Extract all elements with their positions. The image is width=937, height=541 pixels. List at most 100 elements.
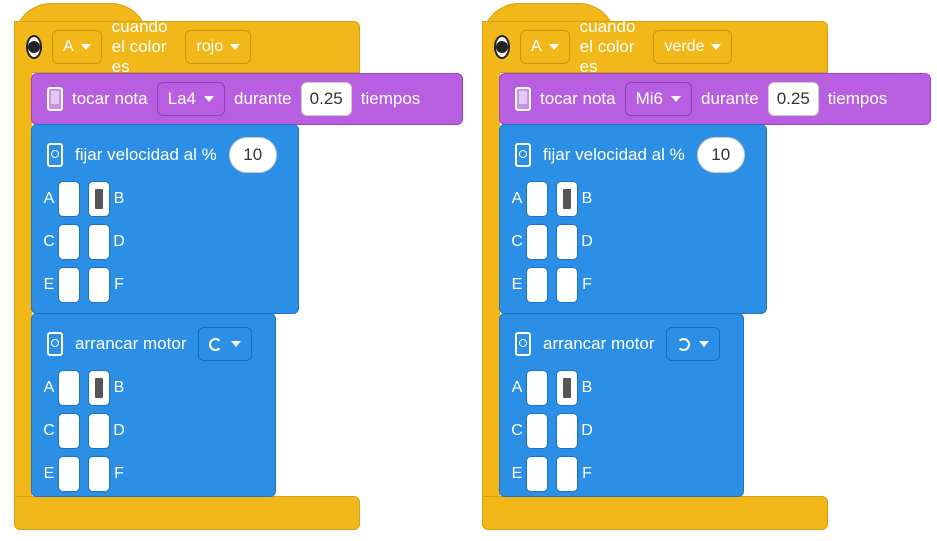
port-label-b: B: [113, 190, 125, 207]
duration-input[interactable]: 0.25: [767, 82, 819, 116]
port-d-toggle[interactable]: [556, 413, 578, 449]
port-b-toggle[interactable]: [88, 370, 110, 406]
port-selector[interactable]: A B C D E F: [40, 370, 128, 492]
port-label-d: D: [581, 422, 593, 439]
note-value: Mi6: [635, 89, 664, 108]
play-note-label: tocar nota: [72, 89, 148, 108]
port-c-toggle[interactable]: [526, 224, 548, 260]
motor-icon: [47, 332, 63, 356]
port-a-toggle[interactable]: [526, 181, 548, 217]
sensor-port-dropdown[interactable]: A: [52, 30, 102, 64]
port-selector[interactable]: A B C D E F: [508, 370, 596, 492]
port-label-e: E: [43, 465, 55, 482]
port-label-c: C: [511, 422, 523, 439]
color-value: rojo: [196, 38, 224, 55]
port-label-e: E: [511, 465, 523, 482]
port-e-toggle[interactable]: [58, 267, 80, 303]
port-label-b: B: [581, 379, 593, 396]
color-dropdown[interactable]: rojo: [185, 30, 252, 64]
port-b-toggle[interactable]: [556, 370, 578, 406]
during-label: durante: [701, 89, 759, 108]
port-label-a: A: [511, 379, 523, 396]
port-c-toggle[interactable]: [526, 413, 548, 449]
rotate-clockwise-icon: [209, 337, 223, 351]
color-value: verde: [664, 38, 705, 55]
hub-speaker-icon: [515, 87, 531, 111]
play-note-block[interactable]: tocar nota Mi6 durante 0.25 tiempos: [499, 73, 931, 125]
chevron-down-icon: [80, 44, 91, 50]
port-label-c: C: [43, 422, 55, 439]
port-f-toggle[interactable]: [556, 267, 578, 303]
sensor-port-dropdown[interactable]: A: [520, 30, 570, 64]
color-dropdown[interactable]: verde: [653, 30, 733, 64]
port-label-b: B: [581, 190, 593, 207]
port-e-toggle[interactable]: [58, 456, 80, 492]
port-b-toggle[interactable]: [88, 181, 110, 217]
hat-label: cuando el color es: [111, 17, 168, 76]
set-speed-block[interactable]: fijar velocidad al % 10 A B C D E F: [31, 124, 299, 314]
color-sensor-icon: [494, 35, 510, 59]
set-speed-label: fijar velocidad al %: [543, 145, 685, 164]
port-c-toggle[interactable]: [58, 224, 80, 260]
port-d-toggle[interactable]: [88, 413, 110, 449]
port-e-toggle[interactable]: [526, 456, 548, 492]
port-b-toggle[interactable]: [556, 181, 578, 217]
start-motor-label: arrancar motor: [543, 334, 655, 353]
chevron-down-icon: [203, 96, 214, 102]
start-motor-label: arrancar motor: [75, 334, 187, 353]
port-e-toggle[interactable]: [526, 267, 548, 303]
direction-dropdown[interactable]: [666, 327, 721, 361]
port-a-toggle[interactable]: [58, 181, 80, 217]
rotate-counterclockwise-icon: [677, 337, 691, 351]
port-c-toggle[interactable]: [58, 413, 80, 449]
speed-input[interactable]: 10: [696, 137, 745, 173]
port-label-a: A: [43, 190, 55, 207]
chevron-down-icon: [671, 96, 682, 102]
port-label-c: C: [43, 233, 55, 250]
chevron-down-icon: [548, 44, 559, 50]
beats-label: tiempos: [360, 89, 421, 108]
port-label-b: B: [113, 379, 125, 396]
hub-speaker-icon: [47, 87, 63, 111]
hat-block-arm: [14, 72, 32, 497]
set-speed-label: fijar velocidad al %: [75, 145, 217, 164]
duration-input[interactable]: 0.25: [300, 82, 352, 116]
port-label-f: F: [114, 276, 124, 293]
port-d-toggle[interactable]: [556, 224, 578, 260]
port-d-toggle[interactable]: [88, 224, 110, 260]
port-selector[interactable]: A B C D E F: [508, 181, 596, 303]
port-label-d: D: [113, 233, 125, 250]
port-selector[interactable]: A B C D E F: [40, 181, 128, 303]
motor-icon: [515, 332, 531, 356]
chevron-down-icon: [231, 341, 242, 347]
chevron-down-icon: [699, 341, 710, 347]
port-a-toggle[interactable]: [526, 370, 548, 406]
sensor-port-value: A: [531, 38, 542, 55]
port-f-toggle[interactable]: [556, 456, 578, 492]
note-dropdown[interactable]: Mi6: [624, 82, 693, 116]
port-f-toggle[interactable]: [88, 456, 110, 492]
port-label-f: F: [582, 465, 592, 482]
during-label: durante: [233, 89, 292, 108]
start-motor-block[interactable]: arrancar motor A B C D E F: [499, 313, 744, 497]
color-sensor-icon: [26, 35, 42, 59]
port-label-e: E: [43, 276, 55, 293]
speed-input[interactable]: 10: [228, 137, 277, 173]
chevron-down-icon: [711, 44, 722, 50]
note-dropdown[interactable]: La4: [156, 82, 225, 116]
port-label-f: F: [114, 465, 124, 482]
port-label-f: F: [582, 276, 592, 293]
port-f-toggle[interactable]: [88, 267, 110, 303]
play-note-block[interactable]: tocar nota La4 durante 0.25 tiempos: [31, 73, 463, 125]
chevron-down-icon: [230, 44, 241, 50]
hat-block-arm: [482, 72, 500, 497]
direction-dropdown[interactable]: [198, 327, 253, 361]
start-motor-block[interactable]: arrancar motor A B C D E F: [31, 313, 276, 497]
set-speed-block[interactable]: fijar velocidad al % 10 A B C D E F: [499, 124, 767, 314]
motor-icon: [515, 143, 531, 167]
hat-block-foot: [14, 496, 360, 530]
port-label-d: D: [113, 422, 125, 439]
port-a-toggle[interactable]: [58, 370, 80, 406]
port-label-a: A: [511, 190, 523, 207]
note-value: La4: [167, 89, 196, 108]
